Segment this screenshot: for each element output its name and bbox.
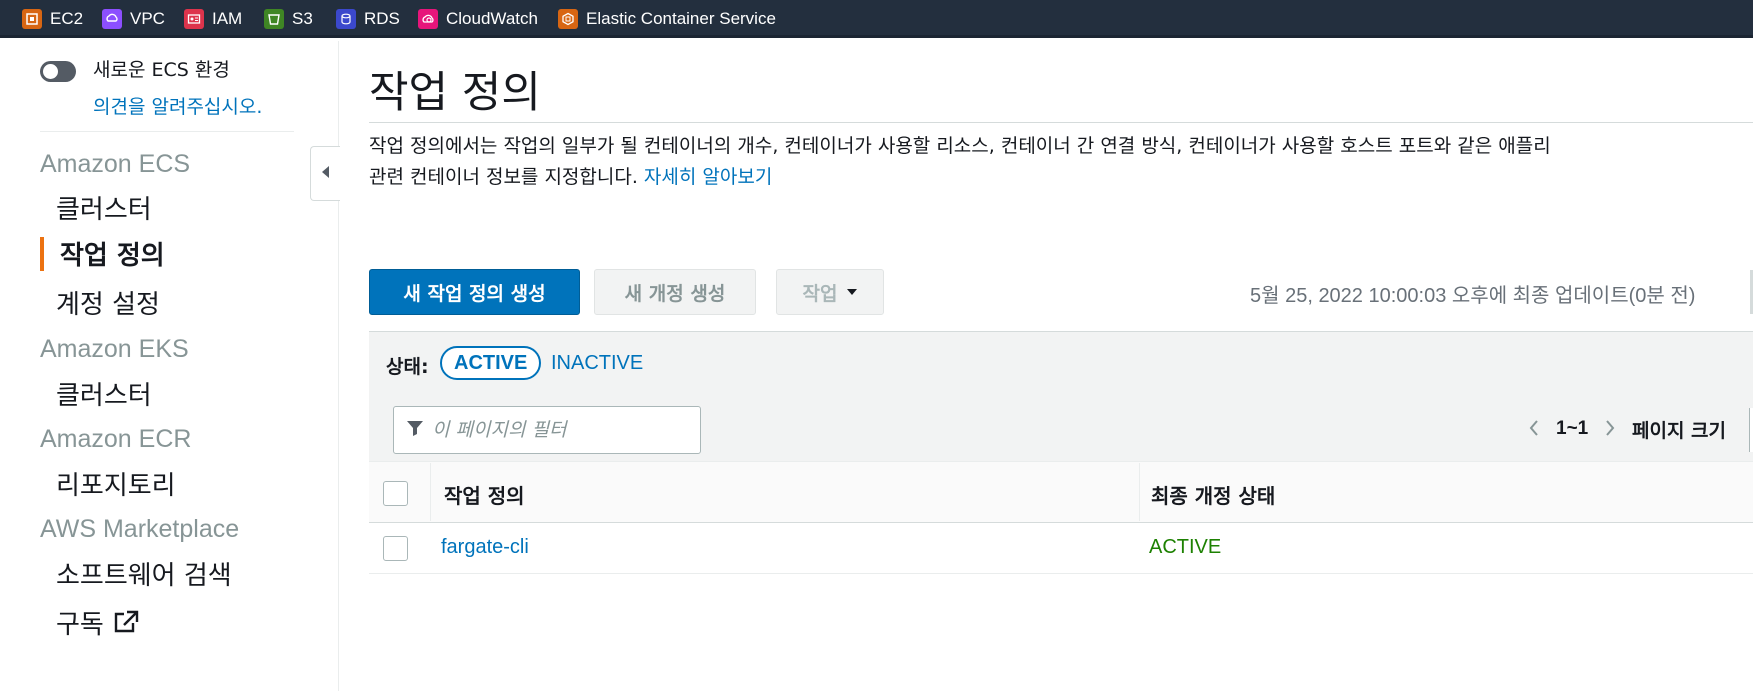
subscriptions-label: 구독 <box>56 610 104 640</box>
description-line-2: 관련 컨테이너 정보를 지정합니다. <box>369 166 644 188</box>
table-header <box>369 461 1753 523</box>
external-link-icon <box>112 609 140 642</box>
previous-page-button[interactable] <box>1528 414 1540 444</box>
section-amazon-ecr: Amazon ECR <box>40 425 192 453</box>
nav-ecs-label: Elastic Container Service <box>586 9 776 28</box>
page-title: 작업 정의 <box>369 68 541 118</box>
iam-icon <box>184 9 204 29</box>
nav-ecs[interactable]: Elastic Container Service <box>558 7 776 31</box>
sidebar-item-task-definitions[interactable]: 작업 정의 <box>60 235 165 272</box>
create-new-revision-button[interactable]: 새 개정 생성 <box>594 269 756 315</box>
nav-vpc[interactable]: VPC <box>102 7 165 31</box>
sidebar: 새로운 ECS 환경 의견을 알려주십시오. Amazon ECS 클러스터 작… <box>0 41 340 691</box>
column-header-latest-revision-status[interactable]: 최종 개정 상태 <box>1151 480 1275 509</box>
page-size-label: 페이지 크기 <box>1632 419 1727 442</box>
nav-rds-label: RDS <box>364 9 400 28</box>
title-divider <box>369 122 1753 123</box>
vpc-icon <box>102 9 122 29</box>
sidebar-item-repositories[interactable]: 리포지토리 <box>56 465 176 502</box>
description-line-1: 작업 정의에서는 작업의 일부가 될 컨테이너의 개수, 컨테이너가 사용할 리… <box>369 135 1551 157</box>
status-inactive-link[interactable]: INACTIVE <box>551 352 643 375</box>
nav-rds[interactable]: RDS <box>336 7 400 31</box>
page-range: 1~1 <box>1556 418 1589 439</box>
page-size-select[interactable] <box>1749 408 1753 452</box>
rds-icon <box>336 9 356 29</box>
nav-cloudwatch-label: CloudWatch <box>446 9 538 28</box>
sidebar-item-discover-software[interactable]: 소프트웨어 검색 <box>56 555 232 592</box>
create-task-definition-button[interactable]: 새 작업 정의 생성 <box>369 269 580 315</box>
column-divider <box>1139 463 1140 521</box>
sidebar-item-account-settings[interactable]: 계정 설정 <box>56 284 160 321</box>
nav-iam[interactable]: IAM <box>184 7 242 31</box>
select-all-checkbox[interactable] <box>383 481 408 506</box>
top-navigation-bar: EC2 VPC IAM S3 RDS CloudWatch Elastic Co… <box>0 0 1753 38</box>
caret-down-icon <box>847 289 858 295</box>
nav-cloudwatch[interactable]: CloudWatch <box>418 7 538 31</box>
feedback-link[interactable]: 의견을 알려주십시오. <box>93 92 262 119</box>
actions-label: 작업 <box>802 282 838 305</box>
cloudwatch-icon <box>418 9 438 29</box>
s3-icon <box>264 9 284 29</box>
page-description: 작업 정의에서는 작업의 일부가 될 컨테이너의 개수, 컨테이너가 사용할 리… <box>369 131 1753 193</box>
chevron-right-icon <box>1604 418 1616 440</box>
section-amazon-eks: Amazon EKS <box>40 335 189 363</box>
column-divider <box>430 463 431 521</box>
nav-s3[interactable]: S3 <box>264 7 313 31</box>
column-header-task-definition[interactable]: 작업 정의 <box>444 480 525 509</box>
row-checkbox[interactable] <box>383 536 408 561</box>
collapse-sidebar-button[interactable] <box>310 146 340 201</box>
nav-ec2-label: EC2 <box>50 9 84 28</box>
nav-s3-label: S3 <box>292 9 313 28</box>
learn-more-link[interactable]: 자세히 알아보기 <box>644 166 772 188</box>
status-filter-label: 상태: <box>386 356 429 378</box>
sidebar-item-ecs-clusters[interactable]: 클러스터 <box>56 189 152 226</box>
nav-ec2[interactable]: EC2 <box>22 7 83 31</box>
sidebar-item-eks-clusters[interactable]: 클러스터 <box>56 375 152 412</box>
nav-iam-label: IAM <box>212 9 243 28</box>
sidebar-divider <box>40 131 294 132</box>
caret-left-icon <box>321 164 331 183</box>
new-ecs-experience-toggle[interactable] <box>40 61 76 82</box>
status-active-chip[interactable]: ACTIVE <box>440 346 542 380</box>
sidebar-item-subscriptions[interactable]: 구독 <box>56 604 140 642</box>
filter-icon <box>394 419 424 441</box>
chevron-left-icon <box>1528 418 1540 440</box>
table-row <box>369 523 1753 574</box>
active-indicator <box>40 237 44 271</box>
toggle-label: 새로운 ECS 환경 <box>93 59 230 81</box>
ec2-icon <box>22 9 42 29</box>
actions-dropdown-button[interactable]: 작업 <box>776 269 884 315</box>
nav-vpc-label: VPC <box>130 9 165 28</box>
toggle-knob <box>43 64 58 79</box>
section-amazon-ecs: Amazon ECS <box>40 150 191 178</box>
last-updated-text: 5월 25, 2022 10:00:03 오후에 최종 업데이트(0분 전) <box>1250 285 1696 307</box>
revision-status: ACTIVE <box>1149 536 1222 558</box>
task-definition-link[interactable]: fargate-cli <box>441 536 529 559</box>
page-filter[interactable] <box>393 406 701 454</box>
ecs-icon <box>558 9 578 29</box>
filter-input[interactable] <box>430 418 684 442</box>
next-page-button[interactable] <box>1604 414 1616 444</box>
section-aws-marketplace: AWS Marketplace <box>40 515 240 543</box>
